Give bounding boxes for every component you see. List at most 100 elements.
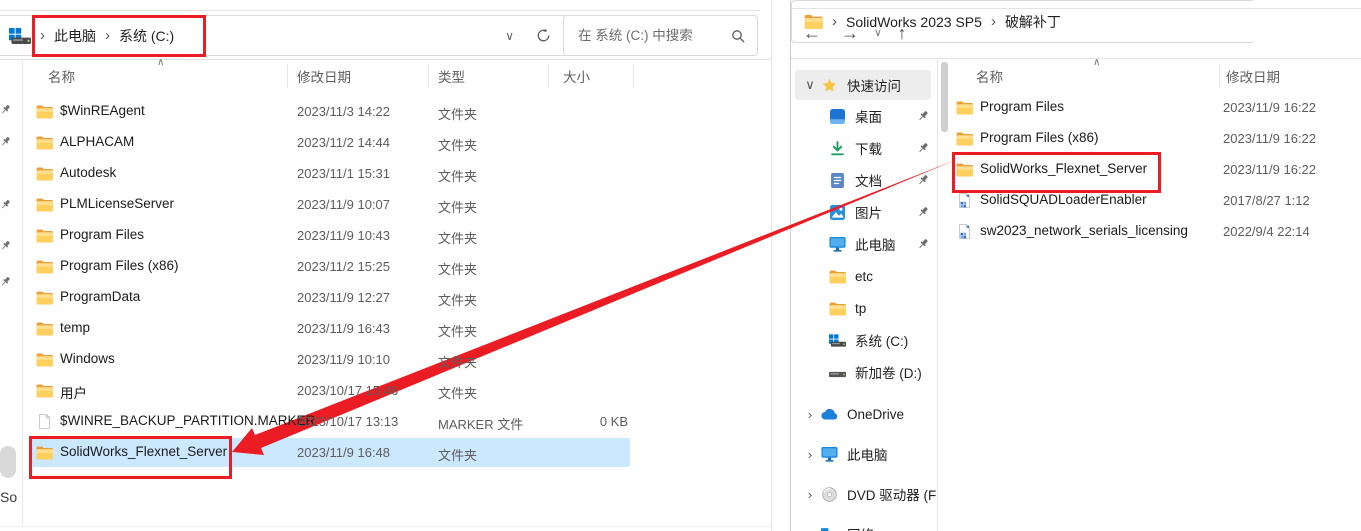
- sidebar-item-label: 此电脑: [847, 444, 888, 464]
- pin-icon[interactable]: [0, 199, 11, 210]
- file-row[interactable]: Autodesk 2023/11/1 15:31 文件夹: [0, 158, 772, 189]
- file-row[interactable]: Program Files 2023/11/9 10:43 文件夹: [0, 220, 772, 251]
- file-row[interactable]: PLMLicenseServer 2023/11/9 10:07 文件夹: [0, 189, 772, 220]
- file-row[interactable]: Windows 2023/11/9 10:10 文件夹: [0, 344, 772, 375]
- file-type: 文件夹: [438, 321, 477, 340]
- column-header-size[interactable]: 大小: [563, 66, 590, 86]
- expand-chevron-icon[interactable]: ›: [799, 487, 821, 502]
- breadcrumb-this-pc[interactable]: 此电脑: [54, 26, 96, 46]
- column-separator[interactable]: [633, 64, 634, 88]
- file-row[interactable]: ProgramData 2023/11/9 12:27 文件夹: [0, 282, 772, 313]
- file-row[interactable]: ALPHACAM 2023/11/2 14:44 文件夹: [0, 127, 772, 158]
- sort-ascending-icon: ∧: [157, 57, 164, 68]
- search-icon[interactable]: [731, 29, 745, 43]
- forward-button[interactable]: →: [837, 20, 863, 46]
- sidebar-item[interactable]: › 此电脑: [791, 434, 937, 474]
- file-row[interactable]: Program Files (x86) 2023/11/9 16:22: [791, 123, 1361, 154]
- sort-ascending-icon: ∧: [1093, 57, 1100, 68]
- scrollbar-thumb[interactable]: [0, 446, 16, 478]
- file-row[interactable]: Program Files 2023/11/9 16:22: [791, 92, 1361, 123]
- column-header-date[interactable]: 修改日期: [1226, 66, 1280, 86]
- file-date: 2023/10/17 15:46: [297, 383, 398, 398]
- sidebar-item[interactable]: tp: [791, 292, 937, 324]
- address-dropdown-chevron-icon[interactable]: ∨: [505, 30, 514, 42]
- breadcrumb-drive-c[interactable]: 系统 (C:): [119, 26, 174, 46]
- search-input[interactable]: [564, 28, 731, 43]
- column-separator[interactable]: [548, 64, 549, 88]
- file-row[interactable]: temp 2023/11/9 16:43 文件夹: [0, 313, 772, 344]
- file-type: 文件夹: [438, 228, 477, 247]
- file-name: ProgramData: [60, 289, 140, 304]
- file-name: Windows: [60, 351, 115, 366]
- address-bar[interactable]: › 此电脑 › 系统 (C:) ∨: [0, 15, 568, 56]
- sidebar-item-label: OneDrive: [847, 407, 904, 422]
- sidebar-item[interactable]: etc: [791, 260, 937, 292]
- pin-icon[interactable]: [0, 136, 11, 147]
- file-name: ALPHACAM: [60, 134, 134, 149]
- file-date: 2022/9/4 22:14: [1223, 224, 1310, 239]
- file-date: 2023/11/9 16:48: [297, 445, 390, 460]
- file-row[interactable]: $WINRE_BACKUP_PARTITION.MARKER 2023/10/1…: [0, 406, 772, 437]
- window-top-border: [0, 10, 760, 11]
- back-button[interactable]: ←: [799, 20, 825, 46]
- file-date: 2023/11/9 10:10: [297, 352, 390, 367]
- sidebar-item-label: DVD 驱动器 (F:) So: [847, 484, 937, 504]
- folder-icon: [829, 269, 846, 284]
- folder-icon: [36, 259, 53, 274]
- column-separator[interactable]: [1219, 64, 1220, 88]
- drive-c-icon: [829, 333, 846, 348]
- pin-icon[interactable]: [0, 276, 11, 287]
- search-box[interactable]: [563, 15, 758, 56]
- file-row[interactable]: SolidSQUADLoaderEnabler 2017/8/27 1:12: [791, 185, 1361, 216]
- file-type: 文件夹: [438, 259, 477, 278]
- history-chevron-icon[interactable]: ∨: [865, 20, 891, 46]
- file-row[interactable]: 用户 2023/10/17 15:46 文件夹: [0, 375, 772, 406]
- file-date: 2023/11/9 16:22: [1223, 100, 1316, 115]
- pin-icon[interactable]: [0, 104, 11, 115]
- column-header-name[interactable]: 名称: [976, 66, 1003, 86]
- background-partial-text: So: [0, 489, 17, 505]
- column-separator[interactable]: [428, 64, 429, 88]
- breadcrumb-crack-folder[interactable]: 破解补丁: [1005, 12, 1061, 32]
- column-separator[interactable]: [287, 64, 288, 88]
- expand-chevron-icon[interactable]: ›: [799, 527, 821, 531]
- file-row[interactable]: sw2023_network_serials_licensing 2022/9/…: [791, 216, 1361, 247]
- column-header-name[interactable]: 名称: [48, 66, 75, 86]
- file-name: Program Files: [980, 99, 1064, 114]
- monitor-icon: [821, 447, 838, 462]
- expand-chevron-icon[interactable]: ›: [799, 407, 821, 422]
- expand-chevron-icon[interactable]: ∨: [799, 77, 821, 93]
- sidebar-item[interactable]: › OneDrive: [791, 394, 937, 434]
- file-name: SolidWorks_Flexnet_Server: [980, 161, 1147, 176]
- sidebar-item[interactable]: 系统 (C:): [791, 324, 937, 356]
- window-right-border: [771, 0, 772, 531]
- column-header-type[interactable]: 类型: [438, 66, 465, 86]
- pin-icon[interactable]: [0, 240, 11, 251]
- expand-chevron-icon[interactable]: ›: [799, 447, 821, 462]
- up-button[interactable]: ↑: [889, 20, 915, 46]
- file-date: 2023/11/3 14:22: [297, 104, 390, 119]
- sidebar-item[interactable]: 新加卷 (D:): [791, 356, 937, 388]
- sidebar-item-label: tp: [855, 301, 866, 316]
- file-date: 2023/11/9 16:22: [1223, 162, 1316, 177]
- right-explorer-window: ← → ∨ ↑ › SolidWorks 2023 SP5 › 破解补丁 ∨ 快…: [790, 0, 1361, 531]
- drive-icon: [829, 365, 846, 380]
- refresh-icon[interactable]: [536, 28, 551, 43]
- folder-icon: [956, 131, 973, 146]
- sidebar-item[interactable]: › DVD 驱动器 (F:) So: [791, 474, 937, 514]
- file-row[interactable]: SolidWorks_Flexnet_Server 2023/11/9 16:4…: [0, 437, 772, 468]
- file-date: 2023/10/17 13:13: [297, 414, 398, 429]
- breadcrumb-separator: ›: [982, 13, 1005, 30]
- dvd-icon: [821, 487, 838, 502]
- column-header-date[interactable]: 修改日期: [297, 66, 351, 86]
- file-date: 2023/11/9 16:43: [297, 321, 390, 336]
- file-row[interactable]: Program Files (x86) 2023/11/2 15:25 文件夹: [0, 251, 772, 282]
- folder-icon: [36, 166, 53, 181]
- file-row[interactable]: SolidWorks_Flexnet_Server 2023/11/9 16:2…: [791, 154, 1361, 185]
- file-row[interactable]: $WinREAgent 2023/11/3 14:22 文件夹: [0, 96, 772, 127]
- screenshot-root: › 此电脑 › 系统 (C:) ∨ 名称 ∧ 修改日期 类型 大小 $W: [0, 0, 1361, 531]
- file-date: 2023/11/1 15:31: [297, 166, 390, 181]
- folder-icon: [36, 104, 53, 119]
- sidebar-item-label: 网络: [847, 524, 874, 531]
- sidebar-item[interactable]: › 网络: [791, 514, 937, 531]
